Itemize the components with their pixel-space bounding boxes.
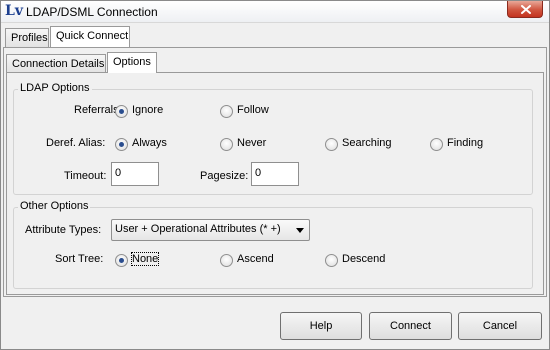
sort-none-label[interactable]: None [130, 252, 160, 266]
referrals-ignore-radio[interactable] [115, 105, 128, 118]
sort-descend-radio[interactable] [325, 254, 338, 267]
close-button[interactable] [507, 1, 543, 18]
deref-finding-radio[interactable] [430, 138, 443, 151]
tab-profiles[interactable]: Profiles [5, 28, 49, 47]
tab-connection-details[interactable]: Connection Details [6, 54, 106, 73]
referrals-follow-radio[interactable] [220, 105, 233, 118]
timeout-label: Timeout: [64, 170, 107, 182]
help-button[interactable]: Help [280, 312, 362, 340]
tab-quick-connect-label: Quick Connect [56, 30, 129, 42]
attribute-types-value: User + Operational Attributes (* +) [115, 223, 281, 235]
connect-button[interactable]: Connect [369, 312, 452, 340]
ldap-options-title: LDAP Options [18, 82, 92, 94]
tab-profiles-label: Profiles [11, 32, 48, 44]
close-icon [521, 5, 531, 14]
dialog-window: Lv LDAP/DSML Connection Profiles Quick C… [0, 0, 550, 350]
tab-options[interactable]: Options [107, 52, 157, 73]
deref-searching-label[interactable]: Searching [342, 137, 392, 149]
pagesize-label: Pagesize: [200, 170, 249, 182]
quick-connect-panel: Connection Details Options LDAP Options … [3, 47, 547, 297]
sort-ascend-label[interactable]: Ascend [237, 253, 274, 265]
attribute-types-select[interactable]: User + Operational Attributes (* +) [111, 219, 310, 241]
ldap-options-group: LDAP Options Referrals: Ignore Follow De… [13, 82, 533, 195]
deref-searching-radio[interactable] [325, 138, 338, 151]
deref-never-label[interactable]: Never [237, 137, 266, 149]
cancel-button[interactable]: Cancel [458, 312, 542, 340]
timeout-input[interactable]: 0 [111, 162, 159, 186]
deref-finding-label[interactable]: Finding [447, 137, 483, 149]
sort-tree-label: Sort Tree: [55, 253, 104, 265]
deref-always-radio[interactable] [115, 138, 128, 151]
title-bar: Lv LDAP/DSML Connection [1, 1, 549, 23]
sort-ascend-radio[interactable] [220, 254, 233, 267]
deref-alias-label: Deref. Alias: [46, 137, 106, 149]
attribute-types-label: Attribute Types: [25, 224, 102, 236]
deref-always-label[interactable]: Always [132, 137, 167, 149]
other-options-title: Other Options [18, 200, 91, 212]
app-logo-icon: Lv [5, 3, 23, 19]
window-title: LDAP/DSML Connection [26, 5, 158, 19]
deref-never-radio[interactable] [220, 138, 233, 151]
sort-none-radio[interactable] [115, 254, 128, 267]
tab-options-label: Options [113, 56, 151, 68]
tab-connection-details-label: Connection Details [12, 58, 105, 70]
chevron-down-icon [296, 228, 304, 233]
tab-quick-connect[interactable]: Quick Connect [50, 26, 130, 47]
referrals-ignore-label[interactable]: Ignore [132, 104, 163, 116]
pagesize-input[interactable]: 0 [251, 162, 299, 186]
other-options-group: Other Options Attribute Types: User + Op… [13, 200, 533, 289]
options-panel: LDAP Options Referrals: Ignore Follow De… [6, 72, 544, 295]
referrals-follow-label[interactable]: Follow [237, 104, 269, 116]
sort-descend-label[interactable]: Descend [342, 253, 385, 265]
